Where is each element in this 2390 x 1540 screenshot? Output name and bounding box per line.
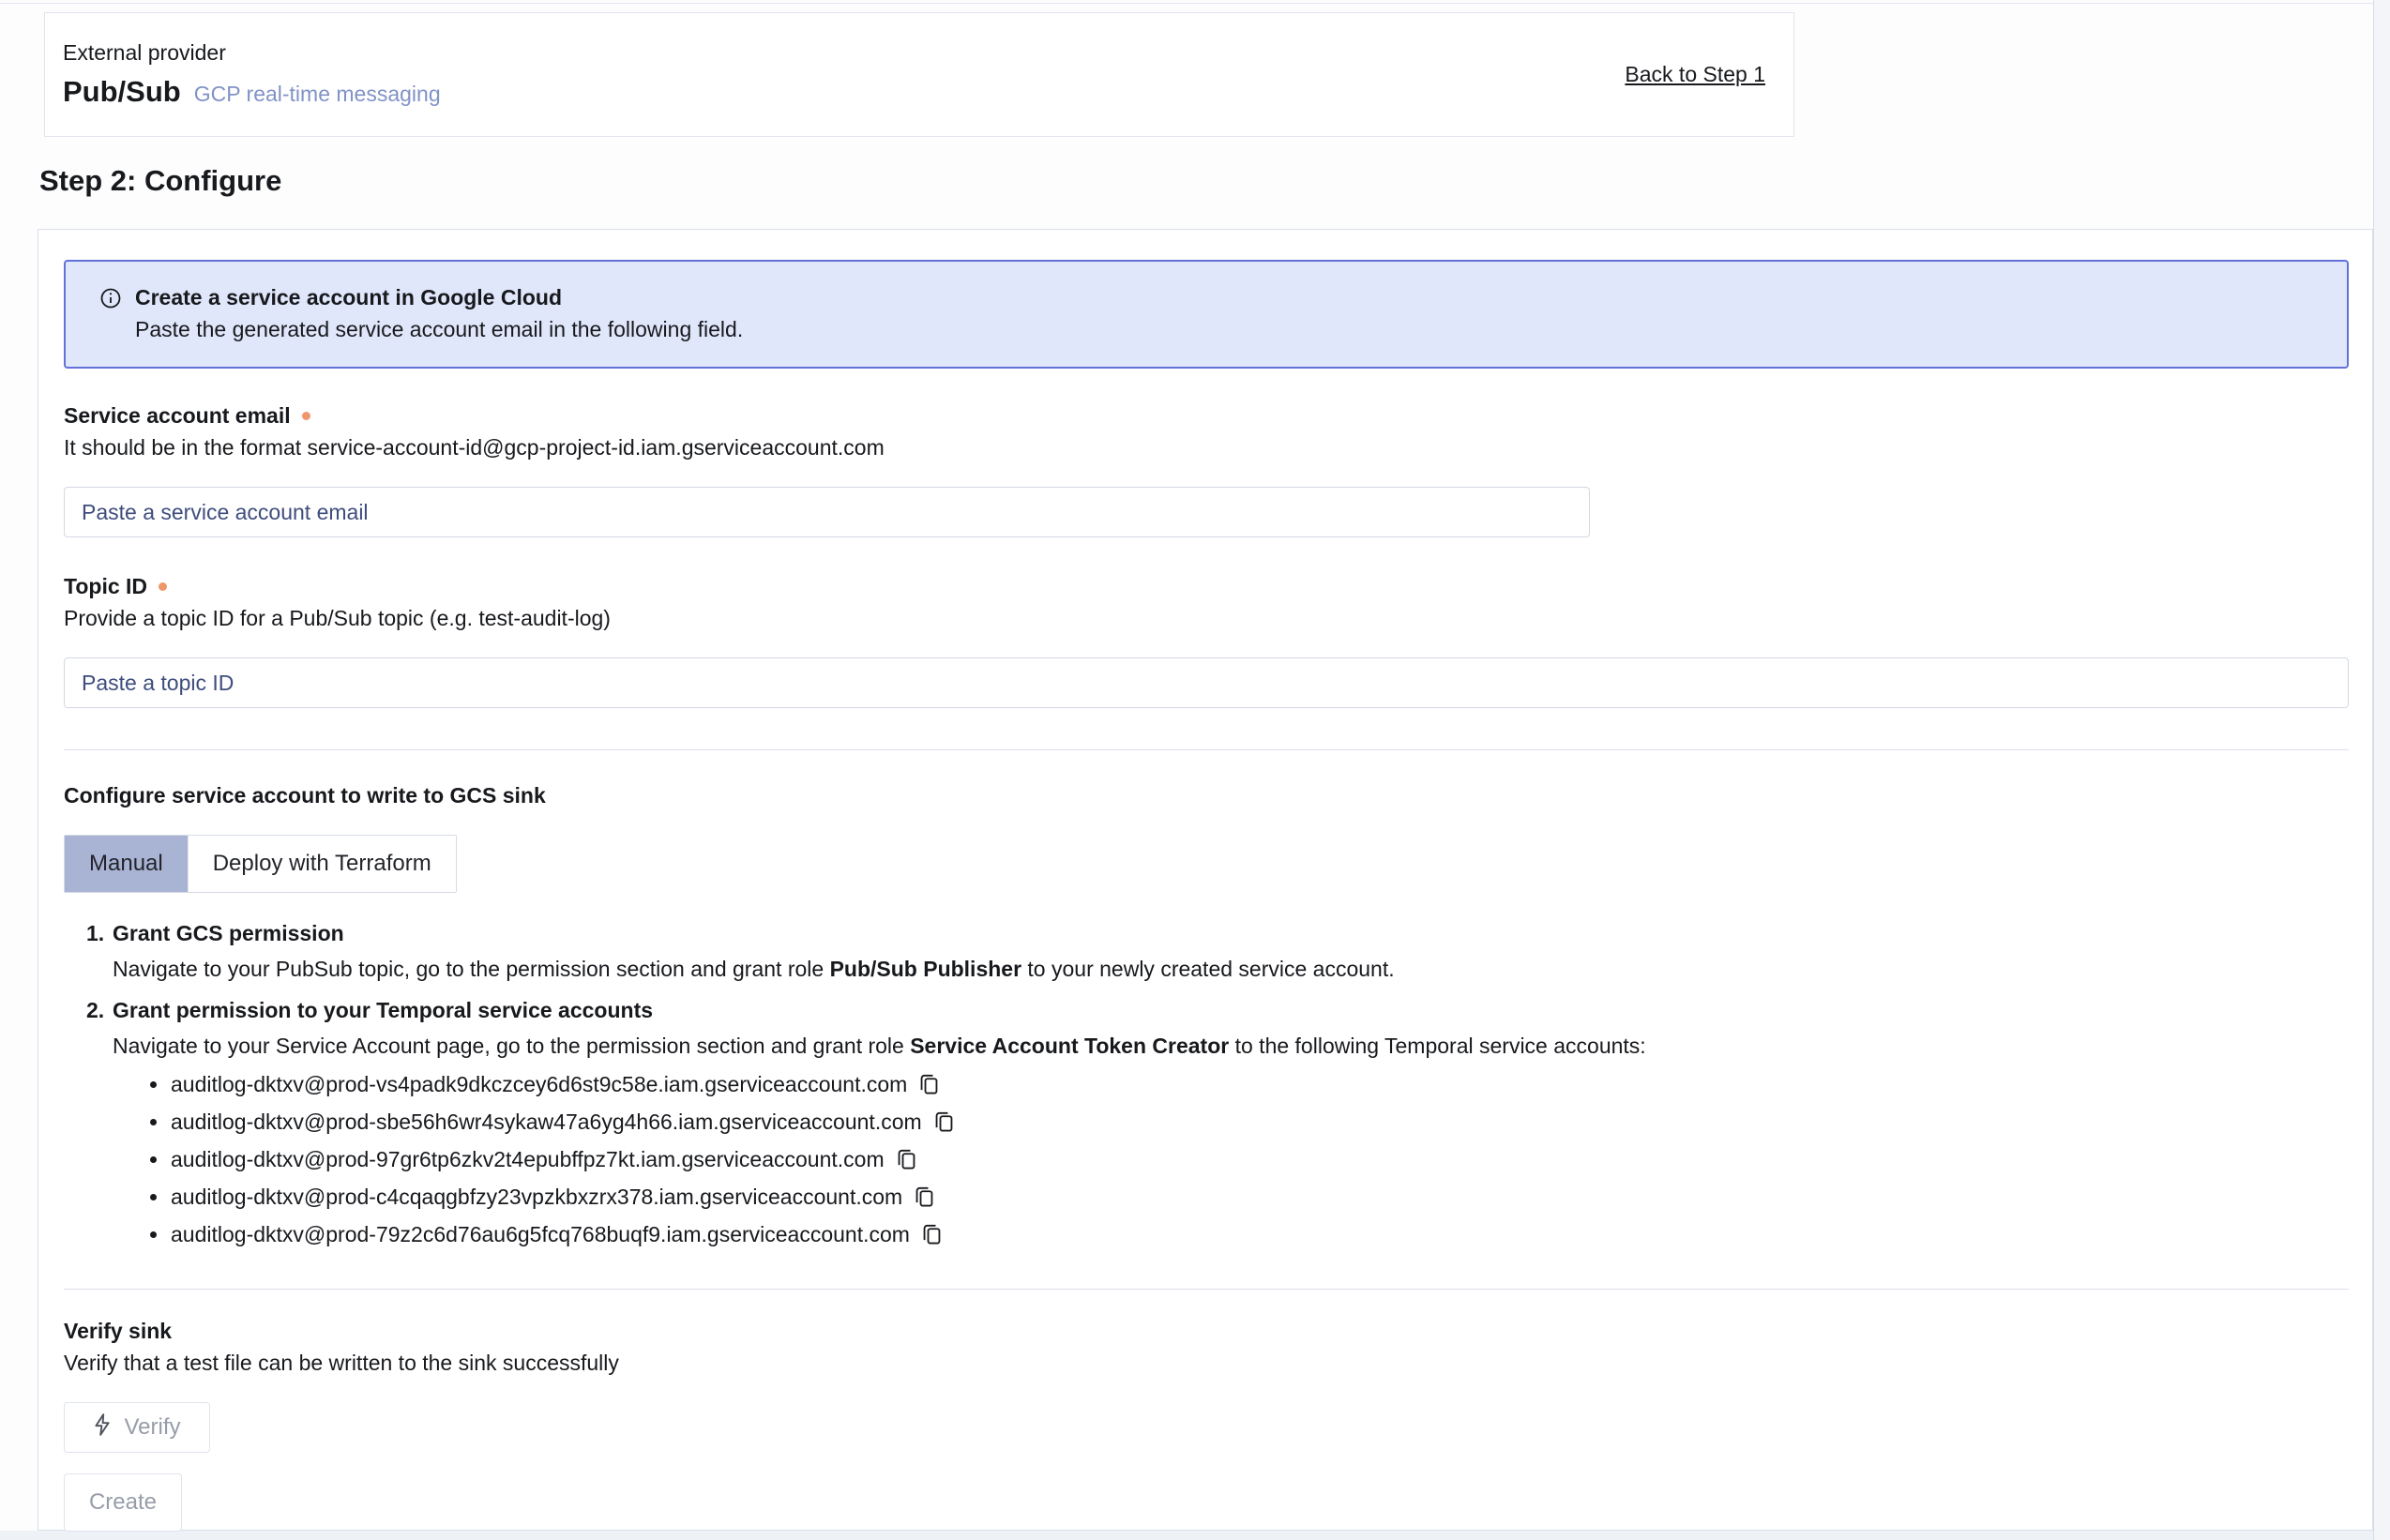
provider-tagline: GCP real-time messaging bbox=[194, 82, 441, 107]
instruction-steps: Grant GCS permission Navigate to your Pu… bbox=[64, 919, 2349, 1247]
service-account-email-help: It should be in the format service-accou… bbox=[64, 434, 2349, 460]
page-top-rule bbox=[0, 3, 2390, 4]
service-account-email-label: Service account email bbox=[64, 402, 291, 429]
provider-header-card: External provider Pub/Sub GCP real-time … bbox=[44, 12, 1794, 137]
verify-sink-heading: Verify sink bbox=[64, 1318, 2349, 1344]
copy-icon[interactable] bbox=[933, 1110, 955, 1134]
copy-icon[interactable] bbox=[921, 1223, 943, 1246]
tab-deploy-with-terraform[interactable]: Deploy with Terraform bbox=[188, 836, 456, 892]
service-account-list: auditlog-dktxv@prod-vs4padk9dkczcey6d6st… bbox=[113, 1071, 2349, 1247]
topic-id-group: Topic ID Provide a topic ID for a Pub/Su… bbox=[64, 573, 2349, 708]
create-button[interactable]: Create bbox=[64, 1473, 182, 1532]
instruction-step-2: Grant permission to your Temporal servic… bbox=[86, 996, 2349, 1247]
topic-id-help: Provide a topic ID for a Pub/Sub topic (… bbox=[64, 605, 2349, 631]
lightning-icon bbox=[93, 1413, 112, 1442]
service-account-item: auditlog-dktxv@prod-97gr6tp6zkv2t4epubff… bbox=[144, 1146, 2349, 1172]
instruction-step-1: Grant GCS permission Navigate to your Pu… bbox=[86, 919, 2349, 983]
service-account-item: auditlog-dktxv@prod-c4cqaqgbfzy23vpzkbxz… bbox=[144, 1184, 2349, 1210]
service-account-email: auditlog-dktxv@prod-79z2c6d76au6g5fcq768… bbox=[171, 1221, 910, 1247]
service-account-email-group: Service account email It should be in th… bbox=[64, 402, 2349, 537]
topic-id-label: Topic ID bbox=[64, 573, 147, 599]
section-divider bbox=[64, 749, 2349, 750]
page-bottom-strip bbox=[0, 1531, 2373, 1540]
page-title: Step 2: Configure bbox=[39, 164, 281, 198]
step-title: Grant permission to your Temporal servic… bbox=[113, 996, 2349, 1024]
provider-name: Pub/Sub bbox=[63, 75, 181, 109]
copy-icon[interactable] bbox=[896, 1148, 917, 1171]
configure-card: Create a service account in Google Cloud… bbox=[38, 229, 2373, 1531]
verify-button[interactable]: Verify bbox=[64, 1402, 210, 1453]
required-indicator bbox=[159, 582, 167, 591]
info-banner-body: Paste the generated service account emai… bbox=[135, 317, 2328, 342]
provider-info: External provider Pub/Sub GCP real-time … bbox=[63, 40, 441, 109]
info-icon bbox=[99, 287, 122, 310]
copy-icon[interactable] bbox=[918, 1073, 940, 1096]
service-account-item: auditlog-dktxv@prod-vs4padk9dkczcey6d6st… bbox=[144, 1071, 2349, 1097]
step-title: Grant GCS permission bbox=[113, 919, 2349, 947]
configure-tabs: Manual Deploy with Terraform bbox=[64, 835, 457, 893]
service-account-email: auditlog-dktxv@prod-sbe56h6wr4sykaw47a6y… bbox=[171, 1109, 922, 1135]
service-account-email: auditlog-dktxv@prod-c4cqaqgbfzy23vpzkbxz… bbox=[171, 1184, 902, 1210]
topic-id-input[interactable] bbox=[64, 657, 2349, 708]
service-account-email-input[interactable] bbox=[64, 487, 1590, 537]
section-divider bbox=[64, 1289, 2349, 1290]
info-banner: Create a service account in Google Cloud… bbox=[64, 260, 2349, 369]
step-body: Navigate to your Service Account page, g… bbox=[113, 1032, 2349, 1060]
service-account-item: auditlog-dktxv@prod-79z2c6d76au6g5fcq768… bbox=[144, 1221, 2349, 1247]
service-account-email: auditlog-dktxv@prod-vs4padk9dkczcey6d6st… bbox=[171, 1071, 907, 1097]
info-banner-title: Create a service account in Google Cloud bbox=[135, 285, 562, 310]
provider-eyebrow: External provider bbox=[63, 40, 441, 66]
step-body: Navigate to your PubSub topic, go to the… bbox=[113, 955, 2349, 983]
tab-manual[interactable]: Manual bbox=[65, 836, 188, 892]
back-to-step-1-link[interactable]: Back to Step 1 bbox=[1625, 62, 1765, 87]
verify-sink-description: Verify that a test file can be written t… bbox=[64, 1350, 2349, 1376]
scrollbar-gutter[interactable] bbox=[2373, 0, 2390, 1540]
required-indicator bbox=[302, 412, 310, 420]
copy-icon[interactable] bbox=[914, 1185, 935, 1209]
service-account-email: auditlog-dktxv@prod-97gr6tp6zkv2t4epubff… bbox=[171, 1146, 885, 1172]
service-account-item: auditlog-dktxv@prod-sbe56h6wr4sykaw47a6y… bbox=[144, 1109, 2349, 1135]
configure-section-heading: Configure service account to write to GC… bbox=[64, 782, 2349, 808]
